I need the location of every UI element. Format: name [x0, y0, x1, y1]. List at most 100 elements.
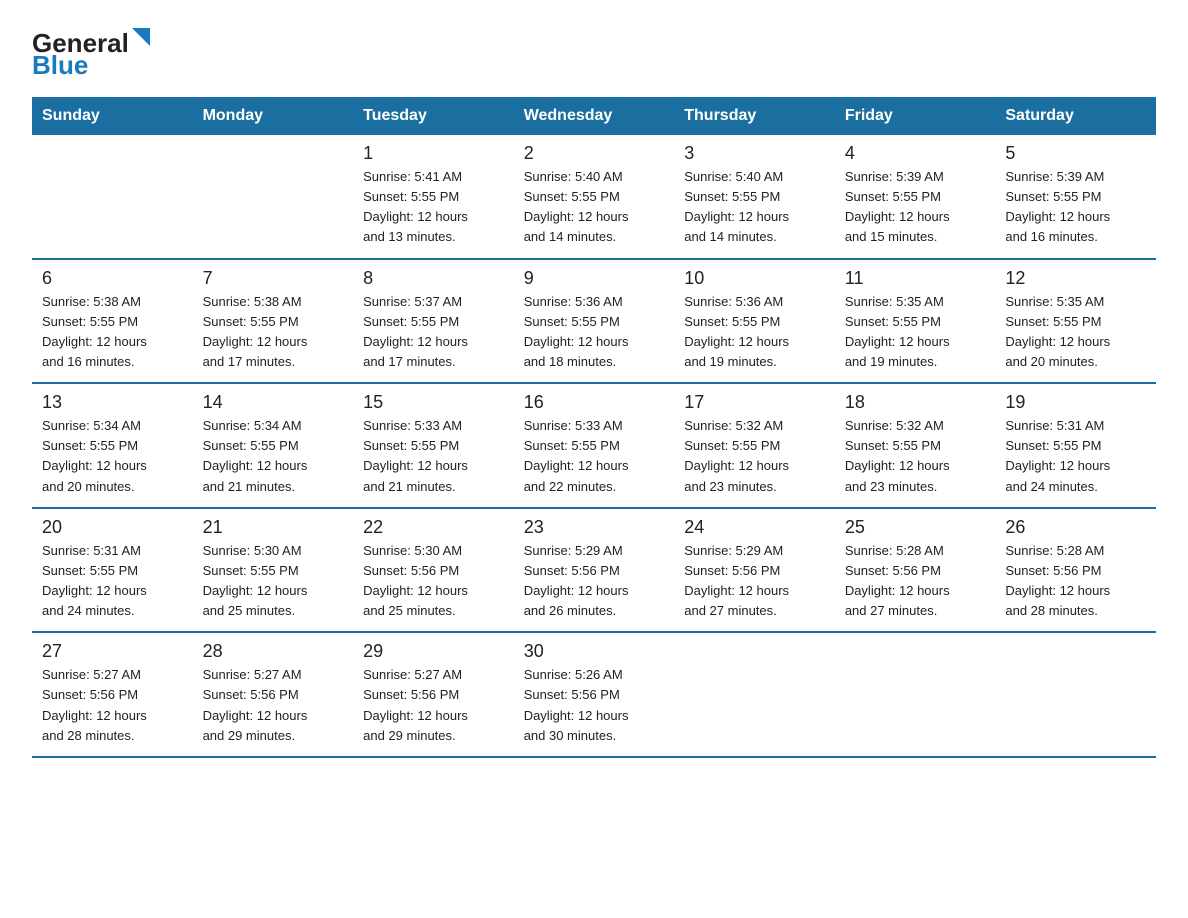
day-number: 22	[363, 517, 504, 538]
day-number: 6	[42, 268, 183, 289]
svg-text:Blue: Blue	[32, 50, 88, 79]
calendar-cell: 27 Sunrise: 5:27 AM Sunset: 5:56 PM Dayli…	[32, 632, 193, 757]
week-row-3: 13 Sunrise: 5:34 AM Sunset: 5:55 PM Dayli…	[32, 383, 1156, 508]
day-number: 7	[203, 268, 344, 289]
logo-svg: GeneralBlue	[32, 24, 152, 79]
day-info: Sunrise: 5:32 AM Sunset: 5:55 PM Dayligh…	[845, 416, 986, 497]
day-number: 5	[1005, 143, 1146, 164]
day-info: Sunrise: 5:31 AM Sunset: 5:55 PM Dayligh…	[1005, 416, 1146, 497]
weekday-header-thursday: Thursday	[674, 97, 835, 135]
weekday-header-sunday: Sunday	[32, 97, 193, 135]
day-number: 20	[42, 517, 183, 538]
calendar-cell: 9Sunrise: 5:36 AM Sunset: 5:55 PM Daylig…	[514, 259, 675, 384]
calendar-cell: 26 Sunrise: 5:28 AM Sunset: 5:56 PM Dayli…	[995, 508, 1156, 633]
calendar-cell: 20 Sunrise: 5:31 AM Sunset: 5:55 PM Dayli…	[32, 508, 193, 633]
calendar-cell: 2 Sunrise: 5:40 AM Sunset: 5:55 PM Daylig…	[514, 135, 675, 259]
calendar-cell: 24Sunrise: 5:29 AM Sunset: 5:56 PM Dayli…	[674, 508, 835, 633]
day-info: Sunrise: 5:35 AM Sunset: 5:55 PM Dayligh…	[845, 292, 986, 373]
calendar-cell: 11 Sunrise: 5:35 AM Sunset: 5:55 PM Dayli…	[835, 259, 996, 384]
calendar-cell: 6 Sunrise: 5:38 AM Sunset: 5:55 PM Daylig…	[32, 259, 193, 384]
day-info: Sunrise: 5:33 AM Sunset: 5:55 PM Dayligh…	[363, 416, 504, 497]
calendar-cell: 15 Sunrise: 5:33 AM Sunset: 5:55 PM Dayli…	[353, 383, 514, 508]
calendar-cell: 22 Sunrise: 5:30 AM Sunset: 5:56 PM Dayli…	[353, 508, 514, 633]
week-row-1: 1 Sunrise: 5:41 AM Sunset: 5:55 PM Daylig…	[32, 135, 1156, 259]
day-info: Sunrise: 5:27 AM Sunset: 5:56 PM Dayligh…	[42, 665, 183, 746]
calendar-cell: 12 Sunrise: 5:35 AM Sunset: 5:55 PM Dayli…	[995, 259, 1156, 384]
weekday-header-monday: Monday	[193, 97, 354, 135]
day-info: Sunrise: 5:40 AM Sunset: 5:55 PM Dayligh…	[684, 167, 825, 248]
day-info: Sunrise: 5:32 AM Sunset: 5:55 PM Dayligh…	[684, 416, 825, 497]
day-number: 10	[684, 268, 825, 289]
day-number: 11	[845, 268, 986, 289]
day-number: 26	[1005, 517, 1146, 538]
calendar-cell: 1 Sunrise: 5:41 AM Sunset: 5:55 PM Daylig…	[353, 135, 514, 259]
day-info: Sunrise: 5:29 AM Sunset: 5:56 PM Dayligh…	[524, 541, 665, 622]
calendar-cell: 16Sunrise: 5:33 AM Sunset: 5:55 PM Dayli…	[514, 383, 675, 508]
calendar-cell	[193, 135, 354, 259]
day-info: Sunrise: 5:39 AM Sunset: 5:55 PM Dayligh…	[1005, 167, 1146, 248]
weekday-header-row: SundayMondayTuesdayWednesdayThursdayFrid…	[32, 97, 1156, 135]
day-number: 24	[684, 517, 825, 538]
day-number: 3	[684, 143, 825, 164]
day-number: 15	[363, 392, 504, 413]
calendar-cell: 13 Sunrise: 5:34 AM Sunset: 5:55 PM Dayli…	[32, 383, 193, 508]
day-info: Sunrise: 5:30 AM Sunset: 5:56 PM Dayligh…	[363, 541, 504, 622]
week-row-5: 27 Sunrise: 5:27 AM Sunset: 5:56 PM Dayli…	[32, 632, 1156, 757]
day-number: 21	[203, 517, 344, 538]
day-info: Sunrise: 5:41 AM Sunset: 5:55 PM Dayligh…	[363, 167, 504, 248]
day-number: 23	[524, 517, 665, 538]
day-info: Sunrise: 5:34 AM Sunset: 5:55 PM Dayligh…	[42, 416, 183, 497]
day-number: 12	[1005, 268, 1146, 289]
day-info: Sunrise: 5:27 AM Sunset: 5:56 PM Dayligh…	[203, 665, 344, 746]
day-number: 29	[363, 641, 504, 662]
week-row-2: 6 Sunrise: 5:38 AM Sunset: 5:55 PM Daylig…	[32, 259, 1156, 384]
day-number: 13	[42, 392, 183, 413]
day-number: 28	[203, 641, 344, 662]
day-info: Sunrise: 5:34 AM Sunset: 5:55 PM Dayligh…	[203, 416, 344, 497]
day-info: Sunrise: 5:27 AM Sunset: 5:56 PM Dayligh…	[363, 665, 504, 746]
day-number: 8	[363, 268, 504, 289]
calendar-cell: 14 Sunrise: 5:34 AM Sunset: 5:55 PM Dayli…	[193, 383, 354, 508]
day-info: Sunrise: 5:28 AM Sunset: 5:56 PM Dayligh…	[845, 541, 986, 622]
day-info: Sunrise: 5:31 AM Sunset: 5:55 PM Dayligh…	[42, 541, 183, 622]
weekday-header-friday: Friday	[835, 97, 996, 135]
calendar-cell: 5 Sunrise: 5:39 AM Sunset: 5:55 PM Daylig…	[995, 135, 1156, 259]
page-header: GeneralBlue	[32, 24, 1156, 79]
weekday-header-saturday: Saturday	[995, 97, 1156, 135]
day-info: Sunrise: 5:28 AM Sunset: 5:56 PM Dayligh…	[1005, 541, 1146, 622]
calendar-cell: 19 Sunrise: 5:31 AM Sunset: 5:55 PM Dayli…	[995, 383, 1156, 508]
day-number: 17	[684, 392, 825, 413]
logo: GeneralBlue	[32, 24, 152, 79]
day-info: Sunrise: 5:36 AM Sunset: 5:55 PM Dayligh…	[524, 292, 665, 373]
calendar-cell: 23 Sunrise: 5:29 AM Sunset: 5:56 PM Dayli…	[514, 508, 675, 633]
calendar-cell	[674, 632, 835, 757]
day-number: 4	[845, 143, 986, 164]
day-number: 19	[1005, 392, 1146, 413]
day-info: Sunrise: 5:30 AM Sunset: 5:55 PM Dayligh…	[203, 541, 344, 622]
calendar-cell: 8 Sunrise: 5:37 AM Sunset: 5:55 PM Daylig…	[353, 259, 514, 384]
week-row-4: 20 Sunrise: 5:31 AM Sunset: 5:55 PM Dayli…	[32, 508, 1156, 633]
day-info: Sunrise: 5:37 AM Sunset: 5:55 PM Dayligh…	[363, 292, 504, 373]
day-info: Sunrise: 5:39 AM Sunset: 5:55 PM Dayligh…	[845, 167, 986, 248]
day-info: Sunrise: 5:35 AM Sunset: 5:55 PM Dayligh…	[1005, 292, 1146, 373]
day-info: Sunrise: 5:33 AM Sunset: 5:55 PM Dayligh…	[524, 416, 665, 497]
day-info: Sunrise: 5:36 AM Sunset: 5:55 PM Dayligh…	[684, 292, 825, 373]
calendar-cell: 4 Sunrise: 5:39 AM Sunset: 5:55 PM Daylig…	[835, 135, 996, 259]
calendar-cell: 21 Sunrise: 5:30 AM Sunset: 5:55 PM Dayli…	[193, 508, 354, 633]
weekday-header-tuesday: Tuesday	[353, 97, 514, 135]
calendar-cell: 28 Sunrise: 5:27 AM Sunset: 5:56 PM Dayli…	[193, 632, 354, 757]
day-info: Sunrise: 5:26 AM Sunset: 5:56 PM Dayligh…	[524, 665, 665, 746]
day-number: 2	[524, 143, 665, 164]
calendar-cell: 30 Sunrise: 5:26 AM Sunset: 5:56 PM Dayli…	[514, 632, 675, 757]
calendar-cell	[32, 135, 193, 259]
day-info: Sunrise: 5:38 AM Sunset: 5:55 PM Dayligh…	[42, 292, 183, 373]
calendar-cell	[995, 632, 1156, 757]
calendar-cell: 10 Sunrise: 5:36 AM Sunset: 5:55 PM Dayli…	[674, 259, 835, 384]
calendar-cell: 18Sunrise: 5:32 AM Sunset: 5:55 PM Dayli…	[835, 383, 996, 508]
day-info: Sunrise: 5:40 AM Sunset: 5:55 PM Dayligh…	[524, 167, 665, 248]
day-number: 1	[363, 143, 504, 164]
day-number: 30	[524, 641, 665, 662]
calendar-cell: 7Sunrise: 5:38 AM Sunset: 5:55 PM Daylig…	[193, 259, 354, 384]
day-number: 27	[42, 641, 183, 662]
day-number: 14	[203, 392, 344, 413]
